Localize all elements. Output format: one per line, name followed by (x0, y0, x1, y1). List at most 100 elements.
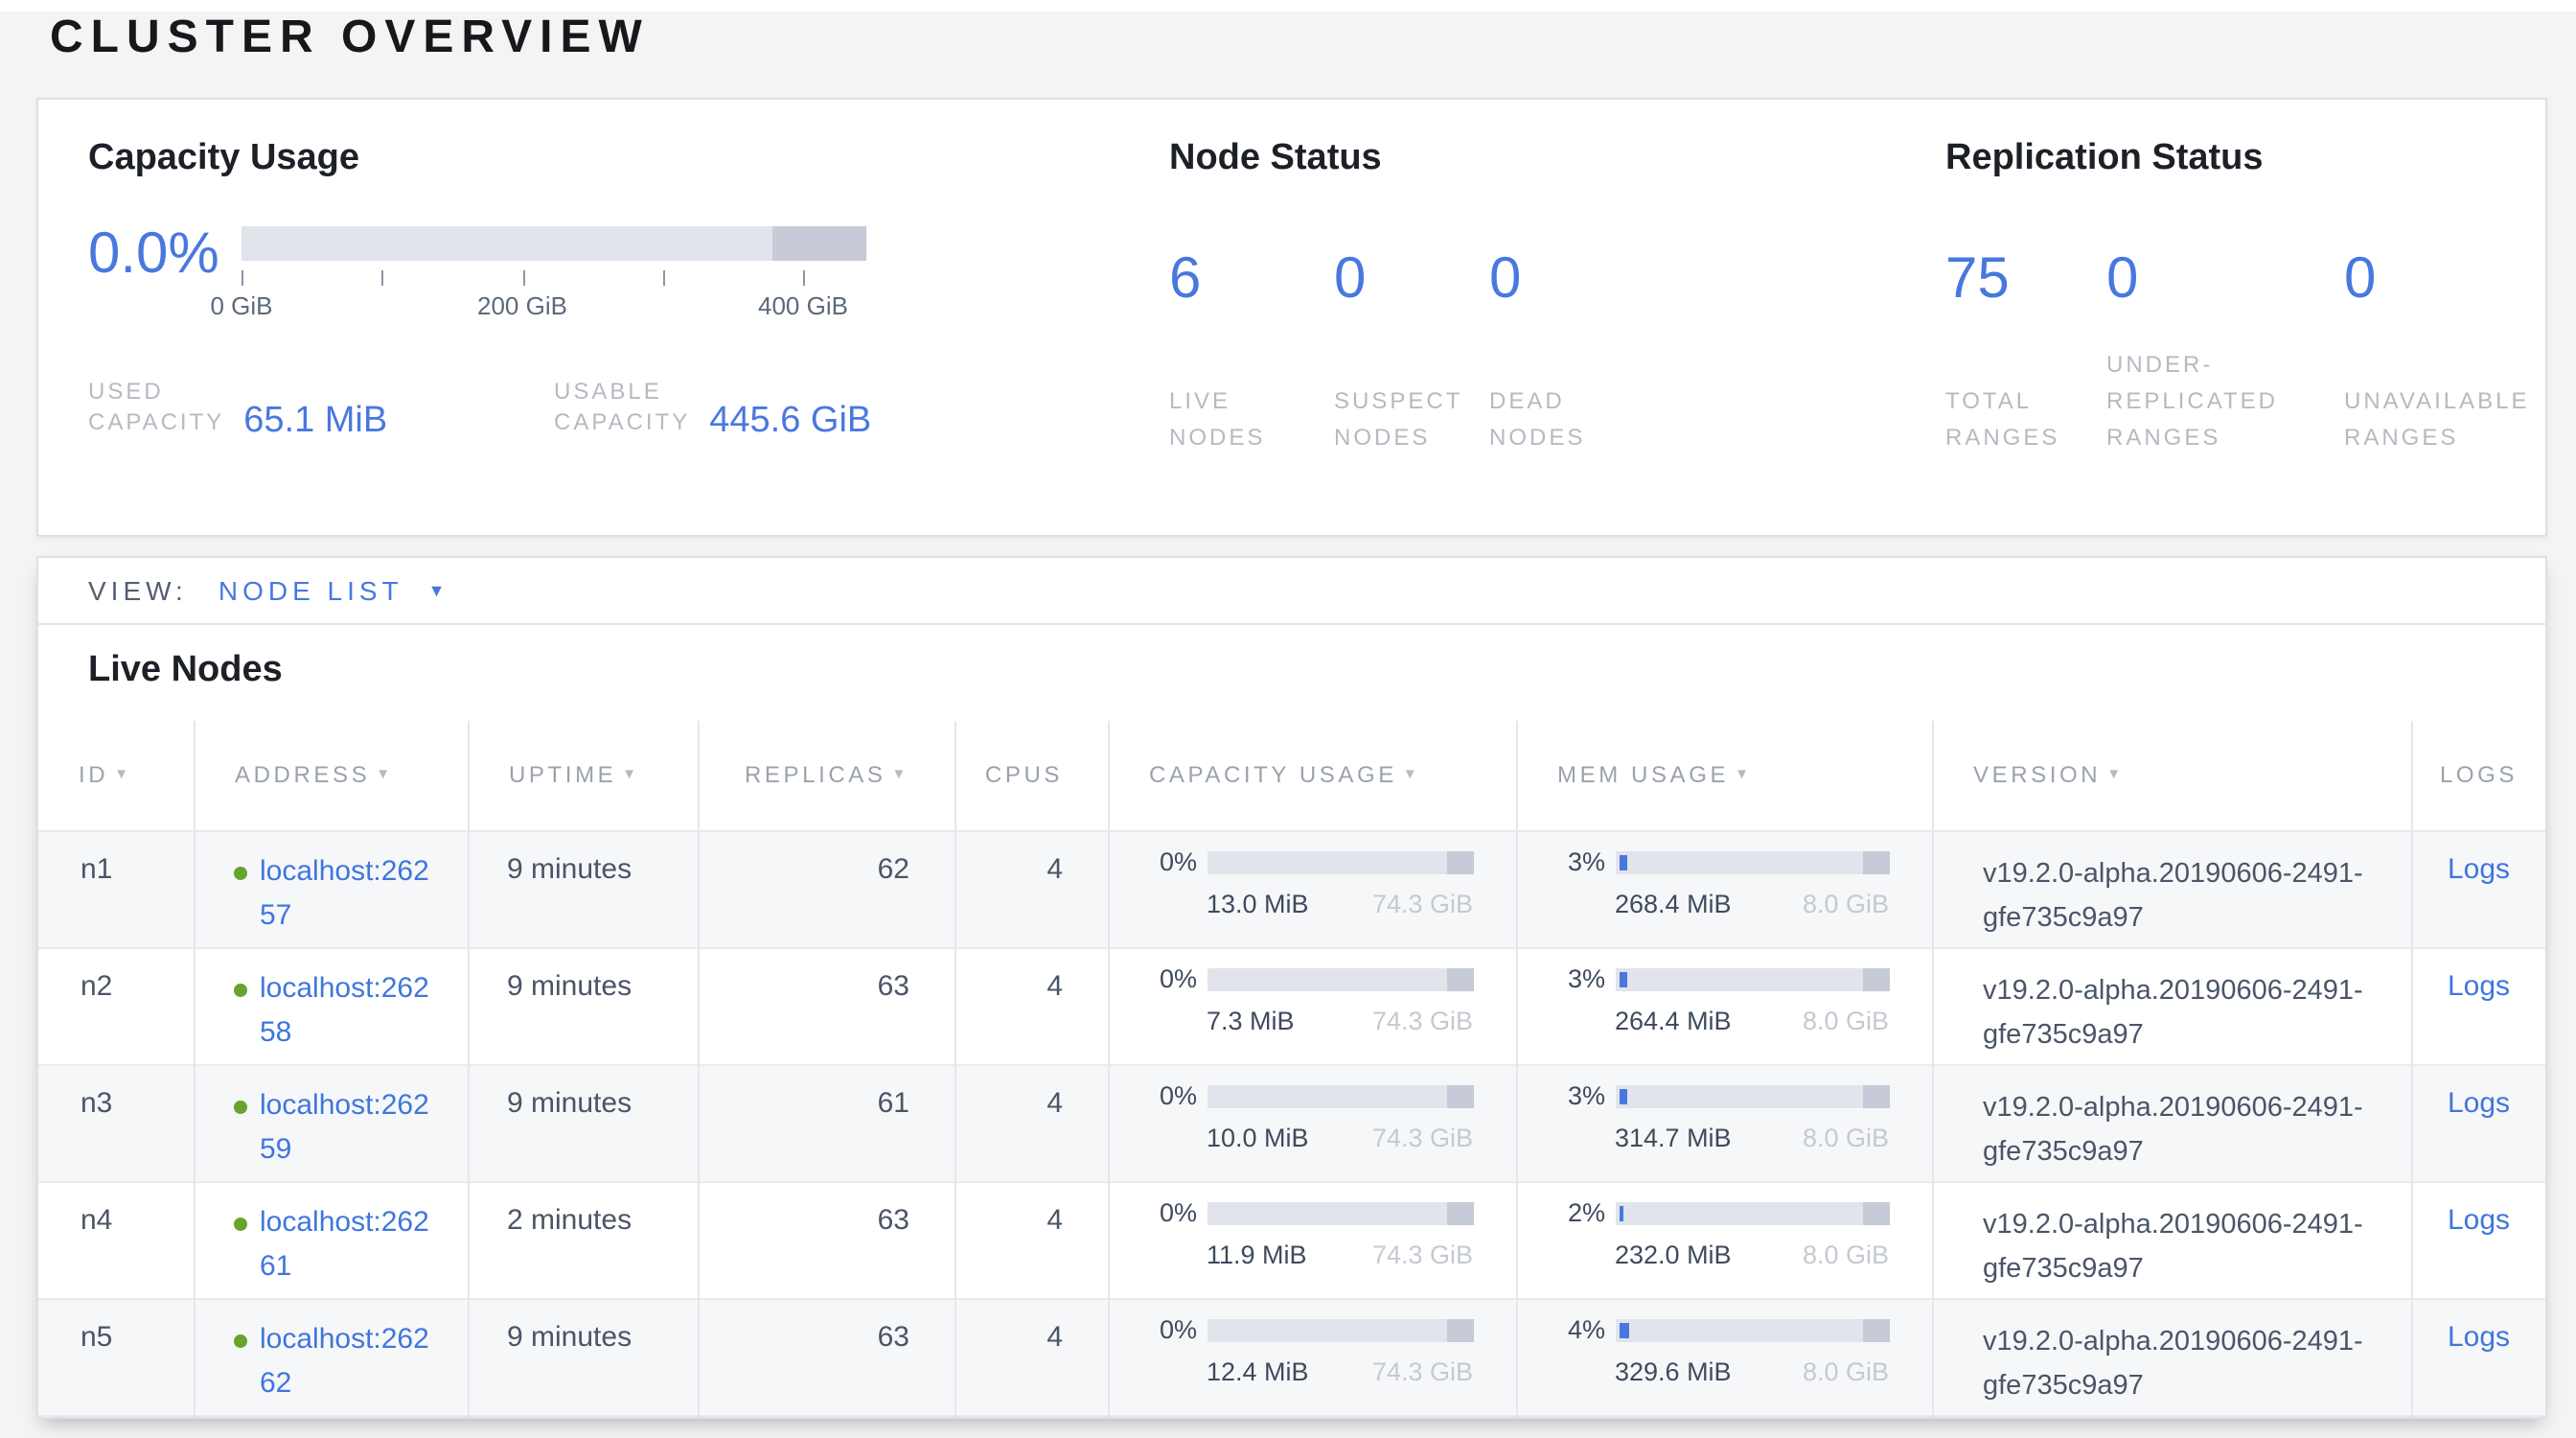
sort-arrow-icon: ▼ (376, 766, 393, 783)
node-replicas: 63 (698, 1181, 954, 1298)
capacity-bar (1207, 850, 1473, 873)
capacity-axis: 0 GiB 200 GiB 400 GiB (242, 261, 803, 326)
logs-link[interactable]: Logs (2448, 852, 2510, 885)
live-nodes-title: Live Nodes (88, 648, 2545, 692)
view-selector-dropdown[interactable]: NODE LIST (218, 575, 403, 606)
logs-link[interactable]: Logs (2448, 969, 2510, 1002)
table-row: n3 localhost:26259 9 minutes 61 4 0% 10.… (38, 1064, 2545, 1181)
capacity-bar (1207, 1084, 1473, 1107)
node-version: v19.2.0-alpha.20190606-2491- gfe735c9a97 (1932, 830, 2411, 947)
mem-usage-cell: 4% 329.6 MiB8.0 GiB (1555, 1314, 1889, 1385)
overview-summary-card: Capacity Usage 0.0% 0 GiB 20 (36, 98, 2547, 537)
view-bar: VIEW: NODE LIST ▼ (38, 558, 2545, 625)
table-row: n1 localhost:26257 9 minutes 62 4 0% 13.… (38, 830, 2545, 947)
live-nodes-value: 6 (1169, 249, 1334, 311)
node-status-panel: Node Status 6 LIVE NODES 0 SUSPECT NODES… (1169, 138, 1700, 456)
mem-bar (1615, 1318, 1889, 1341)
capacity-bar (1207, 1201, 1473, 1224)
mem-bar (1615, 850, 1889, 873)
sort-arrow-icon: ▼ (2106, 766, 2124, 783)
node-cpus: 4 (954, 1298, 1108, 1415)
node-address-link[interactable]: localhost:26259 (233, 1082, 467, 1171)
node-status-title: Node Status (1169, 138, 1700, 180)
table-row: n5 localhost:26262 9 minutes 63 4 0% 12.… (38, 1298, 2545, 1415)
capacity-bar (1207, 967, 1473, 990)
logs-link[interactable]: Logs (2448, 1086, 2510, 1119)
node-id: n3 (38, 1064, 194, 1181)
used-capacity-label: USED CAPACITY (88, 376, 224, 437)
mem-usage-cell: 3% 314.7 MiB8.0 GiB (1555, 1080, 1889, 1151)
capacity-usage-cell: 0% 7.3 MiB74.3 GiB (1147, 963, 1473, 1034)
live-status-icon (233, 983, 246, 996)
node-version: v19.2.0-alpha.20190606-2491- gfe735c9a97 (1932, 1064, 2411, 1181)
node-id: n2 (38, 947, 194, 1064)
node-replicas: 61 (698, 1064, 954, 1181)
axis-tick (522, 270, 524, 286)
live-nodes-table: ID▼ ADDRESS▼ UPTIME▼ REPLICAS▼ CPUS CAPA… (38, 721, 2545, 1419)
column-header-cpus: CPUS (954, 721, 1108, 830)
capacity-usage-cell: 0% 11.9 MiB74.3 GiB (1147, 1197, 1473, 1268)
node-uptime: 2 minutes (468, 1181, 698, 1298)
logs-link[interactable]: Logs (2448, 1320, 2510, 1353)
node-status-stats: 6 LIVE NODES 0 SUSPECT NODES 0 DEAD NODE… (1169, 249, 1700, 456)
suspect-nodes-stat: 0 SUSPECT NODES (1334, 249, 1489, 456)
suspect-nodes-value: 0 (1334, 249, 1489, 311)
node-uptime: 9 minutes (468, 947, 698, 1064)
under-replicated-ranges-stat: 0 UNDER- REPLICATED RANGES (2106, 249, 2344, 456)
node-replicas: 63 (698, 1298, 954, 1415)
capacity-gauge: 0.0% 0 GiB 200 GiB 400 GiB (88, 219, 1123, 326)
unavailable-ranges-value: 0 (2344, 249, 2574, 311)
capacity-usage-cell: 0% 10.0 MiB74.3 GiB (1147, 1080, 1473, 1151)
column-header-logs: LOGS (2411, 721, 2545, 830)
column-header-uptime[interactable]: UPTIME▼ (468, 721, 698, 830)
page-title: CLUSTER OVERVIEW (50, 13, 650, 63)
column-header-version[interactable]: VERSION▼ (1932, 721, 2411, 830)
node-id: n4 (38, 1181, 194, 1298)
cluster-overview-page: CLUSTER OVERVIEW Capacity Usage 0.0% (0, 0, 2576, 1438)
used-capacity-stat: USED CAPACITY 65.1 MiB (88, 376, 554, 437)
column-header-replicas[interactable]: REPLICAS▼ (698, 721, 954, 830)
column-header-capacity-usage[interactable]: CAPACITY USAGE▼ (1108, 721, 1516, 830)
node-version: v19.2.0-alpha.20190606-2491- gfe735c9a97 (1932, 1181, 2411, 1298)
column-header-address[interactable]: ADDRESS▼ (194, 721, 468, 830)
total-ranges-stat: 75 TOTAL RANGES (1945, 249, 2106, 456)
logs-link[interactable]: Logs (2448, 1203, 2510, 1236)
node-address-link[interactable]: localhost:26261 (233, 1199, 467, 1287)
node-replicas: 63 (698, 947, 954, 1064)
replication-status-title: Replication Status (1945, 138, 2574, 180)
chevron-down-icon[interactable]: ▼ (428, 581, 446, 600)
column-header-id[interactable]: ID▼ (38, 721, 194, 830)
usable-capacity-value: 445.6 GiB (709, 405, 871, 437)
mem-usage-cell: 2% 232.0 MiB8.0 GiB (1555, 1197, 1889, 1268)
node-uptime: 9 minutes (468, 1064, 698, 1181)
capacity-usage-cell: 0% 13.0 MiB74.3 GiB (1147, 847, 1473, 917)
node-cpus: 4 (954, 830, 1108, 947)
mem-usage-cell: 3% 264.4 MiB8.0 GiB (1555, 963, 1889, 1034)
table-row-partial (38, 1415, 2545, 1419)
capacity-bar (242, 226, 866, 261)
node-uptime: 9 minutes (468, 830, 698, 947)
node-address-link[interactable]: localhost:26257 (233, 848, 467, 937)
axis-tick (803, 270, 805, 286)
dead-nodes-label: DEAD NODES (1489, 383, 1700, 456)
node-address-link[interactable]: localhost:26258 (233, 965, 467, 1054)
live-status-icon (233, 866, 246, 879)
unavailable-ranges-stat: 0 UNAVAILABLE RANGES (2344, 249, 2574, 456)
sort-arrow-icon: ▼ (622, 766, 639, 783)
total-ranges-value: 75 (1945, 249, 2106, 311)
top-strip (0, 0, 2576, 12)
node-version: v19.2.0-alpha.20190606-2491- gfe735c9a97 (1932, 1298, 2411, 1415)
capacity-stats: USED CAPACITY 65.1 MiB USABLE CAPACITY 4… (88, 376, 1123, 437)
column-header-mem-usage[interactable]: MEM USAGE▼ (1516, 721, 1932, 830)
capacity-usage-title: Capacity Usage (88, 138, 1123, 180)
live-nodes-label: LIVE NODES (1169, 383, 1334, 456)
node-address-link[interactable]: localhost:26262 (233, 1316, 467, 1404)
capacity-usage-cell: 0% 12.4 MiB74.3 GiB (1147, 1314, 1473, 1385)
table-header-row: ID▼ ADDRESS▼ UPTIME▼ REPLICAS▼ CPUS CAPA… (38, 721, 2545, 830)
mem-usage-cell: 3% 268.4 MiB8.0 GiB (1555, 847, 1889, 917)
table-row: n2 localhost:26258 9 minutes 63 4 0% 7.3… (38, 947, 2545, 1064)
node-cpus: 4 (954, 1064, 1108, 1181)
live-nodes-stat: 6 LIVE NODES (1169, 249, 1334, 456)
node-id: n5 (38, 1298, 194, 1415)
node-list-card: VIEW: NODE LIST ▼ Live Nodes ID▼ ADDRESS… (36, 556, 2547, 1419)
